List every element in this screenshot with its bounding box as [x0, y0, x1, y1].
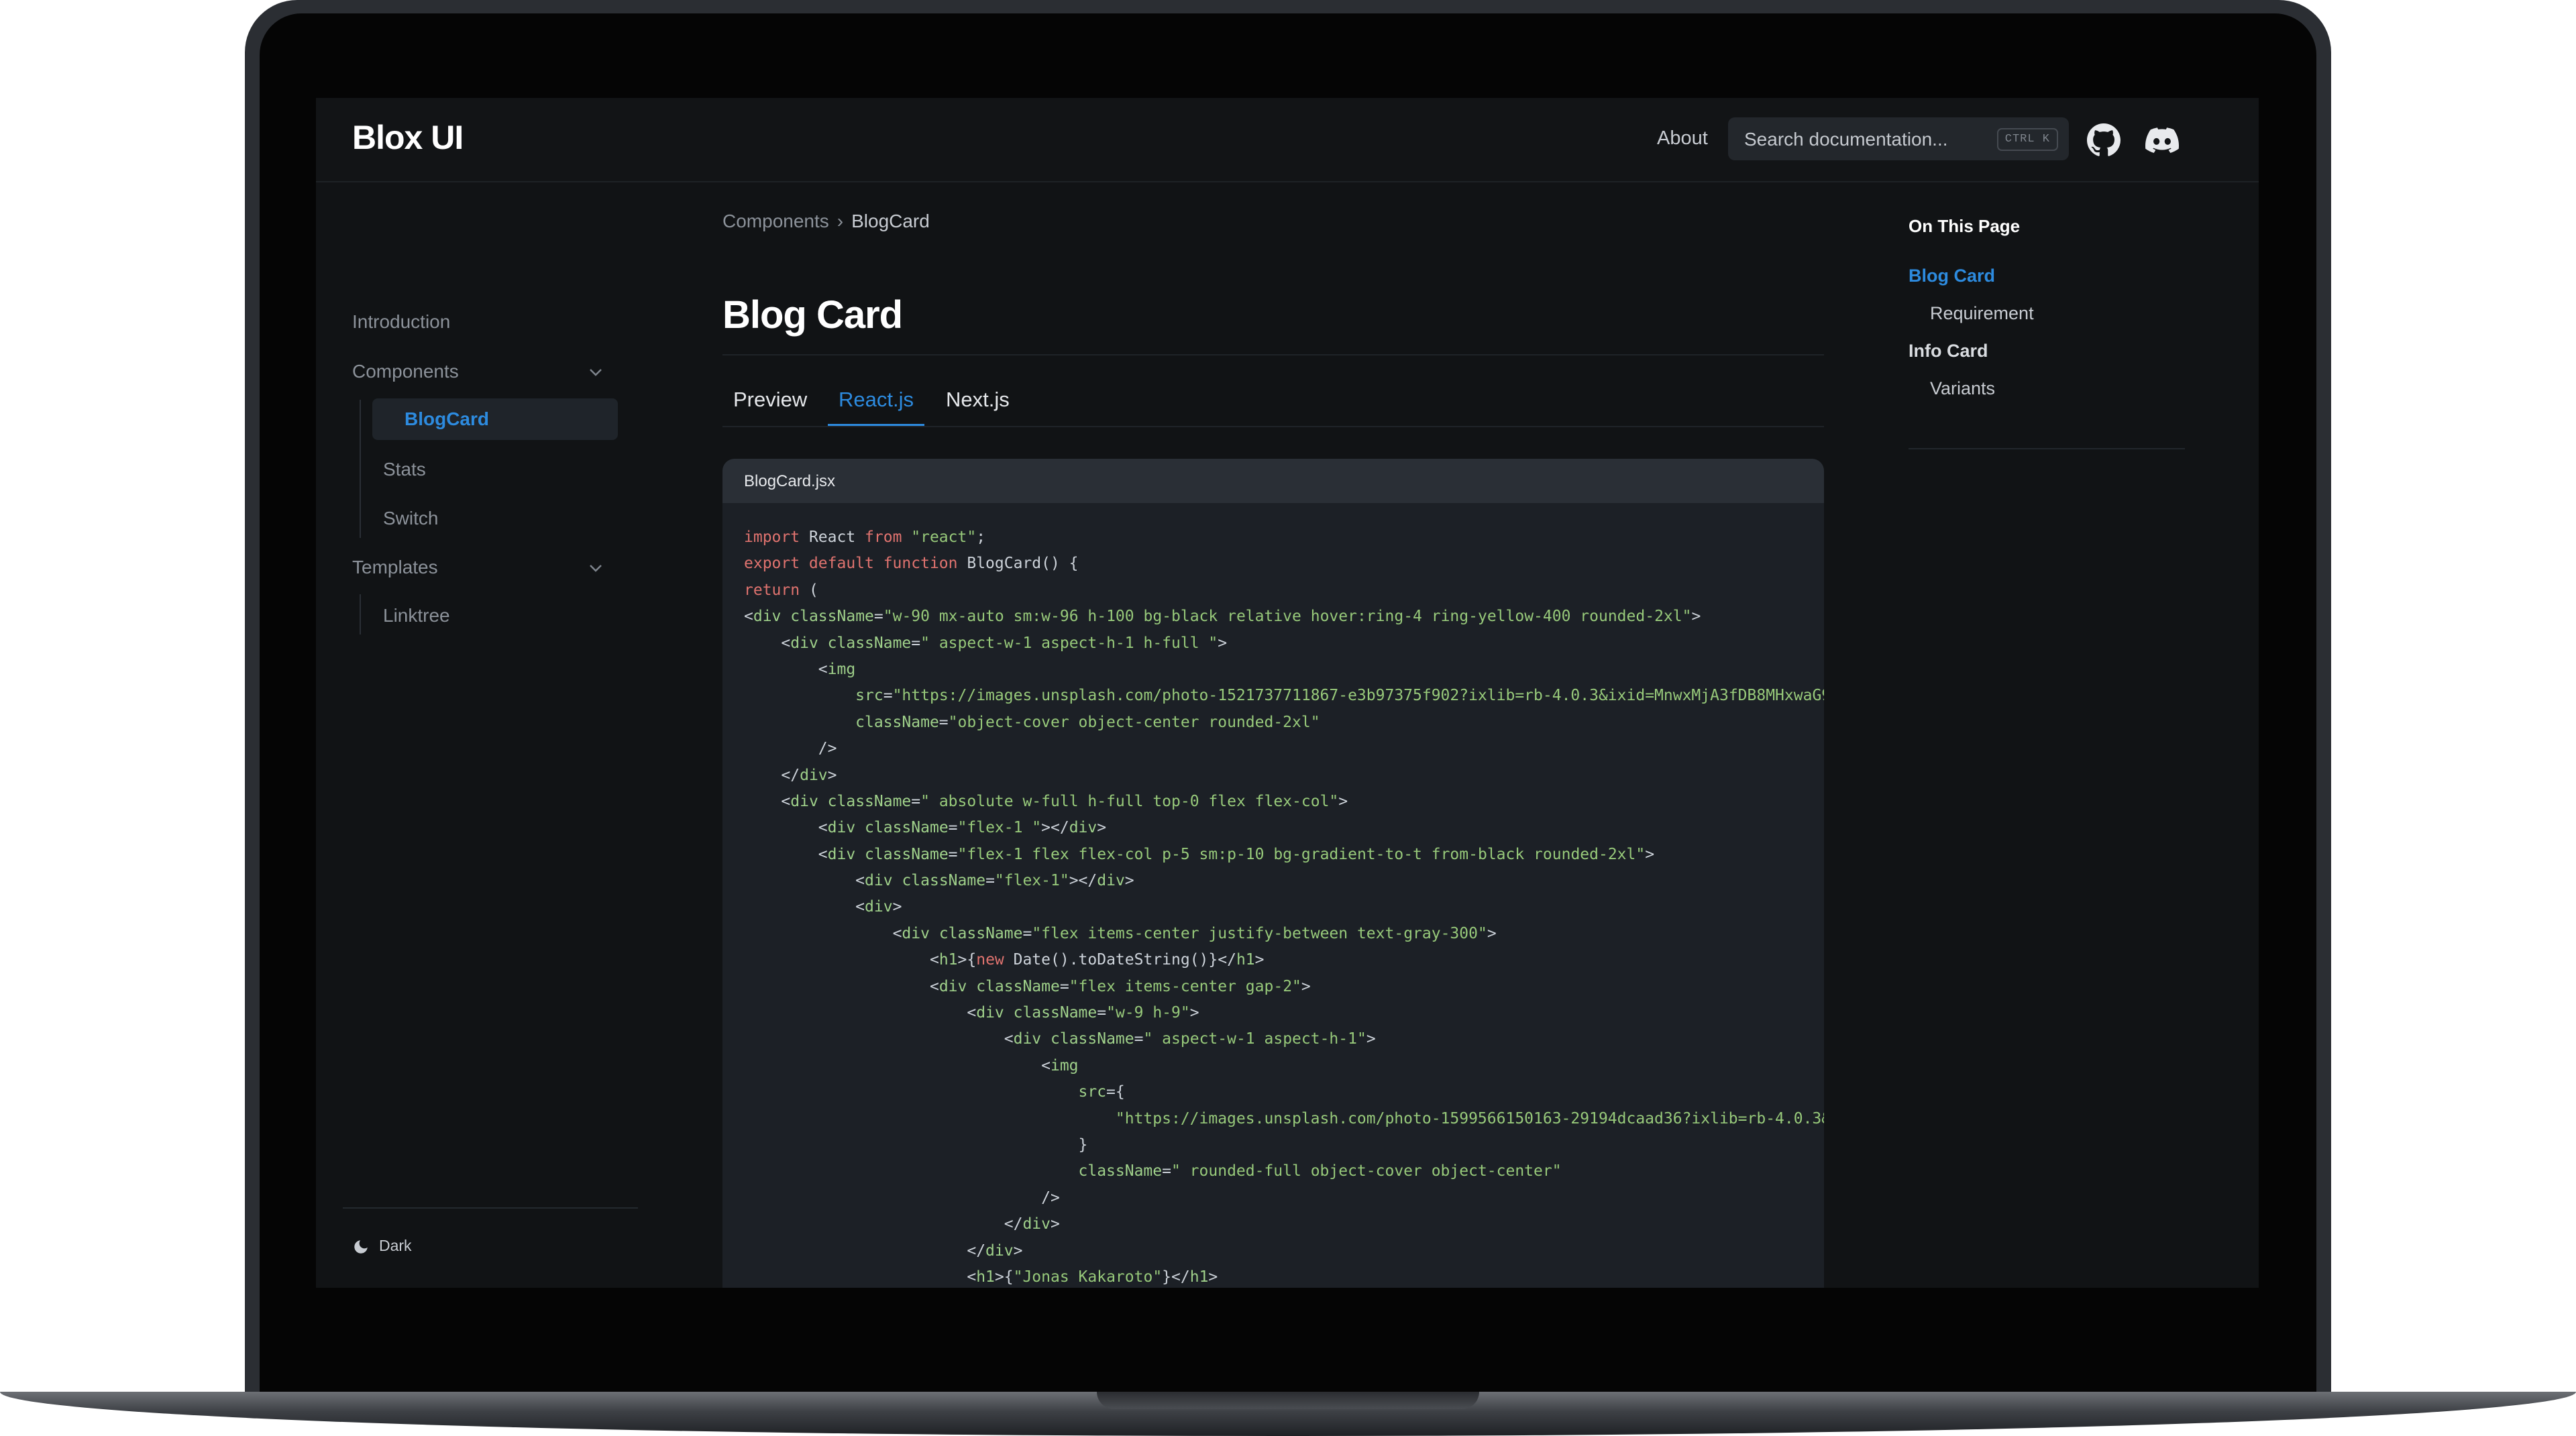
- code-line: <img: [1041, 1056, 1079, 1074]
- sidebar: Introduction Components BlogCard Stats S…: [316, 181, 638, 1288]
- code-line: </div>: [967, 1241, 1023, 1260]
- code-line: <div className="w-90 mx-auto sm:w-96 h-1…: [744, 608, 1701, 626]
- sidebar-subtree-line: [360, 594, 361, 634]
- code-line: src="https://images.unsplash.com/photo-1…: [855, 687, 1824, 705]
- toc-divider: [1909, 448, 2185, 449]
- code-line: <div className=" aspect-w-1 aspect-h-1">: [1004, 1030, 1376, 1048]
- sidebar-item-switch[interactable]: Switch: [383, 508, 438, 529]
- toc-item-requirement[interactable]: Requirement: [1930, 303, 2034, 324]
- discord-icon[interactable]: [2145, 123, 2180, 157]
- toc-title: On This Page: [1909, 216, 2021, 236]
- code-line: <div className=" aspect-w-1 aspect-h-1 h…: [781, 634, 1228, 652]
- code-line: <img: [818, 660, 856, 678]
- logo[interactable]: Blox UI: [352, 118, 464, 157]
- breadcrumb-separator: ›: [837, 211, 844, 231]
- sidebar-subtree-line: [360, 400, 361, 538]
- code-line: />: [818, 740, 837, 758]
- theme-toggle[interactable]: Dark: [352, 1234, 446, 1261]
- tab-nextjs[interactable]: Next.js: [946, 388, 1010, 412]
- code-filename: BlogCard.jsx: [744, 472, 836, 490]
- chevron-down-icon[interactable]: [588, 368, 603, 377]
- laptop-notch: [1097, 1392, 1479, 1409]
- toc-item-blog-card[interactable]: Blog Card: [1909, 266, 1995, 286]
- code-line: <div className="flex-1"></div>: [855, 872, 1134, 890]
- code-line: export default function BlogCard() {: [744, 555, 1079, 573]
- tab-reactjs[interactable]: React.js: [839, 388, 914, 412]
- code-line: <div className="flex-1 flex flex-col p-5…: [818, 845, 1655, 863]
- code-block[interactable]: BlogCard.jsx import React from "react"; e…: [722, 459, 1824, 1288]
- code-line: }: [1078, 1136, 1088, 1154]
- search-input[interactable]: Search documentation... CTRL K: [1728, 117, 2069, 160]
- sidebar-item-label: BlogCard: [405, 408, 489, 429]
- code-line: src={: [1078, 1083, 1125, 1101]
- screen: Blox UI About Search documentation... CT…: [316, 98, 2259, 1288]
- sidebar-item-blogcard[interactable]: BlogCard: [372, 398, 618, 440]
- code-line: return (: [744, 581, 818, 599]
- code-line: "https://images.unsplash.com/photo-15995…: [1115, 1109, 1824, 1127]
- code-line: <div className="flex items-center gap-2"…: [929, 977, 1311, 995]
- sidebar-divider: [343, 1207, 638, 1209]
- moon-icon: [354, 1240, 368, 1254]
- toc-item-info-card[interactable]: Info Card: [1909, 341, 1988, 362]
- code-line: />: [1041, 1189, 1060, 1207]
- breadcrumb-current: BlogCard: [851, 211, 930, 231]
- sidebar-item-linktree[interactable]: Linktree: [383, 605, 450, 626]
- tab-preview[interactable]: Preview: [733, 388, 807, 412]
- search-shortcut-badge: CTRL K: [1996, 128, 2058, 151]
- title-divider: [722, 354, 1824, 355]
- theme-label: Dark: [379, 1237, 412, 1254]
- code-block-header: BlogCard.jsx: [722, 459, 1824, 503]
- code-line: <div className="flex items-center justif…: [892, 924, 1497, 942]
- code-line: className="object-cover object-center ro…: [855, 713, 1320, 731]
- page-title: Blog Card: [722, 293, 903, 337]
- toc-item-variants[interactable]: Variants: [1930, 378, 1995, 399]
- breadcrumb: Components › BlogCard: [722, 211, 930, 232]
- code-line: import React from "react";: [744, 529, 986, 546]
- code-line: <div>: [855, 898, 902, 916]
- sidebar-item-components[interactable]: Components: [352, 361, 459, 382]
- sidebar-item-templates[interactable]: Templates: [352, 557, 438, 578]
- top-navbar: Blox UI About Search documentation... CT…: [316, 98, 2259, 182]
- code-line: <h1>{"Jonas Kakaroto"}</h1>: [967, 1268, 1218, 1286]
- code-line: </div>: [1004, 1215, 1060, 1233]
- code-line: <div className="w-9 h-9">: [967, 1004, 1199, 1022]
- breadcrumb-parent[interactable]: Components: [722, 211, 829, 231]
- code-line: </div>: [781, 766, 837, 784]
- code-line: <div className="flex-1 "></div>: [818, 819, 1107, 837]
- code-line: className=" rounded-full object-cover ob…: [1078, 1162, 1562, 1180]
- sidebar-item-stats[interactable]: Stats: [383, 459, 426, 480]
- tabs-divider: [722, 426, 1824, 427]
- github-icon[interactable]: [2087, 123, 2121, 157]
- active-tab-indicator: [828, 424, 924, 426]
- chevron-down-icon[interactable]: [588, 563, 603, 573]
- sidebar-item-introduction[interactable]: Introduction: [352, 311, 450, 333]
- code-line: <div className=" absolute w-full h-full …: [781, 792, 1348, 810]
- code-line: <h1>{new Date().toDateString()}</h1>: [929, 951, 1265, 969]
- search-placeholder: Search documentation...: [1744, 129, 1948, 150]
- code-body[interactable]: import React from "react"; export default…: [744, 524, 1824, 1288]
- nav-link-about[interactable]: About: [1657, 127, 1708, 150]
